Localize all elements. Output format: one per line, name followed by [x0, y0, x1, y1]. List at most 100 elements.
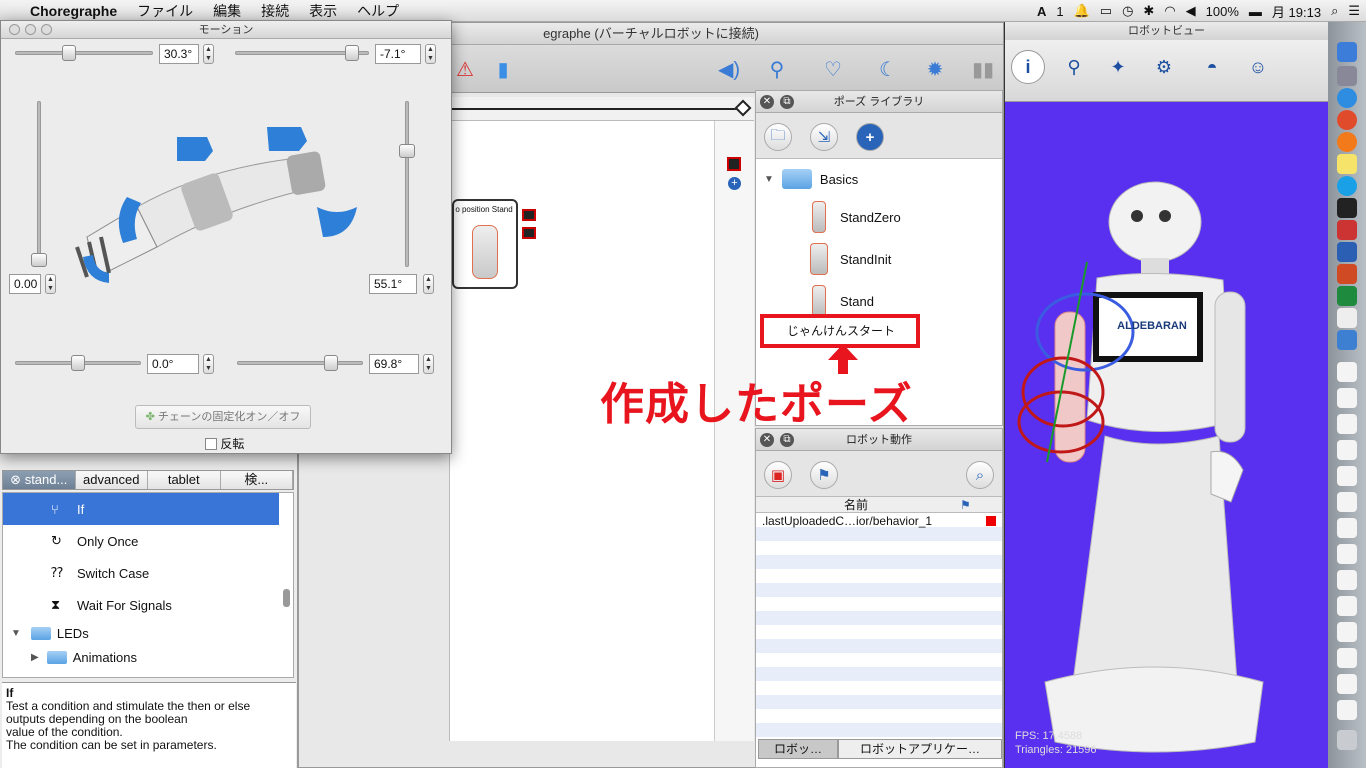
spotlight-icon[interactable]: ⌕: [1331, 3, 1338, 19]
timeline-end-marker[interactable]: [734, 99, 752, 117]
list-item[interactable]: ↻ Only Once: [3, 525, 279, 557]
notification-icon[interactable]: 🔔: [1074, 3, 1090, 19]
bar-icon[interactable]: ▮: [487, 53, 519, 85]
slider-thumb[interactable]: [71, 355, 85, 371]
list-item[interactable]: ⑂ If: [3, 493, 279, 525]
speedometer-icon[interactable]: ◓: [1195, 50, 1229, 84]
dialog-minimize-icon[interactable]: [25, 24, 36, 35]
box-output-port-1[interactable]: [522, 209, 536, 221]
view-camera-icon[interactable]: ⚲: [1057, 50, 1091, 84]
mirror-checkbox-row[interactable]: 反転: [205, 435, 244, 452]
stop-all-icon[interactable]: ▣: [764, 461, 792, 489]
expand-arrow-icon[interactable]: ▼: [764, 174, 774, 185]
powerpoint-icon[interactable]: [1337, 264, 1357, 284]
add-pose-icon[interactable]: +: [856, 123, 884, 151]
script-icon[interactable]: [1337, 308, 1357, 328]
time-machine-icon[interactable]: ◷: [1122, 3, 1133, 19]
default-flag-column-icon[interactable]: ⚑: [960, 497, 971, 513]
slider-right-vertical[interactable]: [397, 101, 419, 267]
dialog-close-icon[interactable]: [9, 24, 20, 35]
slider-top-right[interactable]: [235, 43, 369, 65]
tab-robot-applications[interactable]: ロボットアプリケー…: [838, 739, 1002, 759]
behavior-status-icon[interactable]: [986, 516, 996, 526]
app-icon[interactable]: [1337, 220, 1357, 240]
chrome-icon[interactable]: [1337, 110, 1357, 130]
column-name[interactable]: 名前: [844, 497, 868, 513]
menu-view[interactable]: 表示: [299, 1, 347, 21]
timeline-bar[interactable]: [449, 97, 754, 121]
rest-moon-icon[interactable]: ☾: [872, 53, 904, 85]
launchpad-icon[interactable]: [1337, 66, 1357, 86]
document-icon[interactable]: [1337, 570, 1357, 590]
add-output-icon[interactable]: +: [728, 177, 741, 190]
close-tab-icon[interactable]: ⊗: [10, 472, 25, 487]
battery-icon[interactable]: ▬: [1249, 4, 1262, 19]
battery-percent[interactable]: 100%: [1206, 4, 1239, 19]
document-icon[interactable]: [1337, 518, 1357, 538]
volume-button-icon[interactable]: ◀): [713, 53, 745, 85]
value-top-left[interactable]: 30.3°: [159, 44, 199, 64]
slider-left-vertical[interactable]: [29, 101, 51, 267]
list-item[interactable]: ⁇ Switch Case: [3, 557, 279, 589]
warning-icon[interactable]: ⚠: [449, 53, 481, 85]
slider-thumb[interactable]: [345, 45, 360, 61]
value-bottom-left[interactable]: 0.0°: [147, 354, 199, 374]
document-icon[interactable]: [1337, 362, 1357, 382]
output-port-icon[interactable]: [727, 157, 741, 171]
box-output-port-2[interactable]: [522, 227, 536, 239]
menu-edit[interactable]: 編集: [203, 1, 251, 21]
document-icon[interactable]: [1337, 414, 1357, 434]
motors-icon[interactable]: ✦: [1101, 50, 1135, 84]
stepper-bottom-left[interactable]: ▲ ▼: [203, 354, 214, 374]
folder-animations[interactable]: ▶ Animations: [3, 645, 279, 669]
slider-bottom-right[interactable]: [237, 353, 363, 375]
notes-icon[interactable]: [1337, 154, 1357, 174]
skype-icon[interactable]: [1337, 176, 1357, 196]
slider-thumb[interactable]: [324, 355, 339, 371]
document-icon[interactable]: [1337, 674, 1357, 694]
adobe-icon[interactable]: A: [1037, 4, 1046, 19]
pose-item[interactable]: StandZero: [756, 197, 1002, 237]
menu-list-icon[interactable]: ☰: [1348, 3, 1360, 19]
word-icon[interactable]: [1337, 242, 1357, 262]
value-left-vertical[interactable]: 0.00: [9, 274, 41, 294]
volume-icon[interactable]: ◀: [1186, 3, 1196, 19]
document-icon[interactable]: [1337, 700, 1357, 720]
document-icon[interactable]: [1337, 466, 1357, 486]
choregraphe-dock-icon[interactable]: [1337, 330, 1357, 350]
close-panel-icon[interactable]: ✕: [760, 433, 774, 447]
slider-thumb[interactable]: [31, 253, 47, 267]
dialog-zoom-icon[interactable]: [41, 24, 52, 35]
bluetooth-icon[interactable]: ✱: [1143, 3, 1154, 19]
document-icon[interactable]: [1337, 648, 1357, 668]
list-item[interactable]: ⧗ Wait For Signals: [3, 589, 279, 621]
terminal-icon[interactable]: [1337, 198, 1357, 218]
search-behavior-icon[interactable]: ⌕: [966, 461, 994, 489]
posture-icon[interactable]: ⚲: [761, 53, 793, 85]
tab-robot-behaviors[interactable]: ロボッ…: [758, 739, 838, 759]
battery-status-icon[interactable]: ▭: [1100, 3, 1112, 19]
settings-gear-icon[interactable]: ⚙: [1147, 50, 1181, 84]
excel-icon[interactable]: [1337, 286, 1357, 306]
stepper-top-right[interactable]: ▲ ▼: [425, 44, 436, 64]
stepper-right-vertical[interactable]: ▲ ▼: [423, 274, 434, 294]
flag-icon[interactable]: ⚑: [810, 461, 838, 489]
stepper-bottom-right[interactable]: ▲ ▼: [423, 354, 434, 374]
chain-lock-button[interactable]: ✤ チェーンの固定化オン／オフ: [135, 405, 311, 429]
menu-file[interactable]: ファイル: [127, 1, 203, 21]
heart-icon[interactable]: ♡: [817, 53, 849, 85]
clock[interactable]: 月 19:13: [1272, 2, 1321, 21]
document-icon[interactable]: [1337, 440, 1357, 460]
robot-3d-view[interactable]: ALDEBARAN: [1005, 102, 1329, 768]
value-top-right[interactable]: -7.1°: [375, 44, 421, 64]
pose-item[interactable]: StandInit: [756, 239, 1002, 279]
stepper-top-left[interactable]: ▲ ▼: [203, 44, 214, 64]
float-panel-icon[interactable]: ⧉: [780, 95, 794, 109]
firefox-icon[interactable]: [1337, 132, 1357, 152]
slider-thumb[interactable]: [399, 143, 415, 158]
app-menu[interactable]: Choregraphe: [20, 3, 127, 19]
document-icon[interactable]: [1337, 544, 1357, 564]
finder-icon[interactable]: [1337, 42, 1357, 62]
slider-top-left[interactable]: [15, 43, 153, 65]
folder-basics[interactable]: ▼ Basics: [756, 159, 1002, 199]
